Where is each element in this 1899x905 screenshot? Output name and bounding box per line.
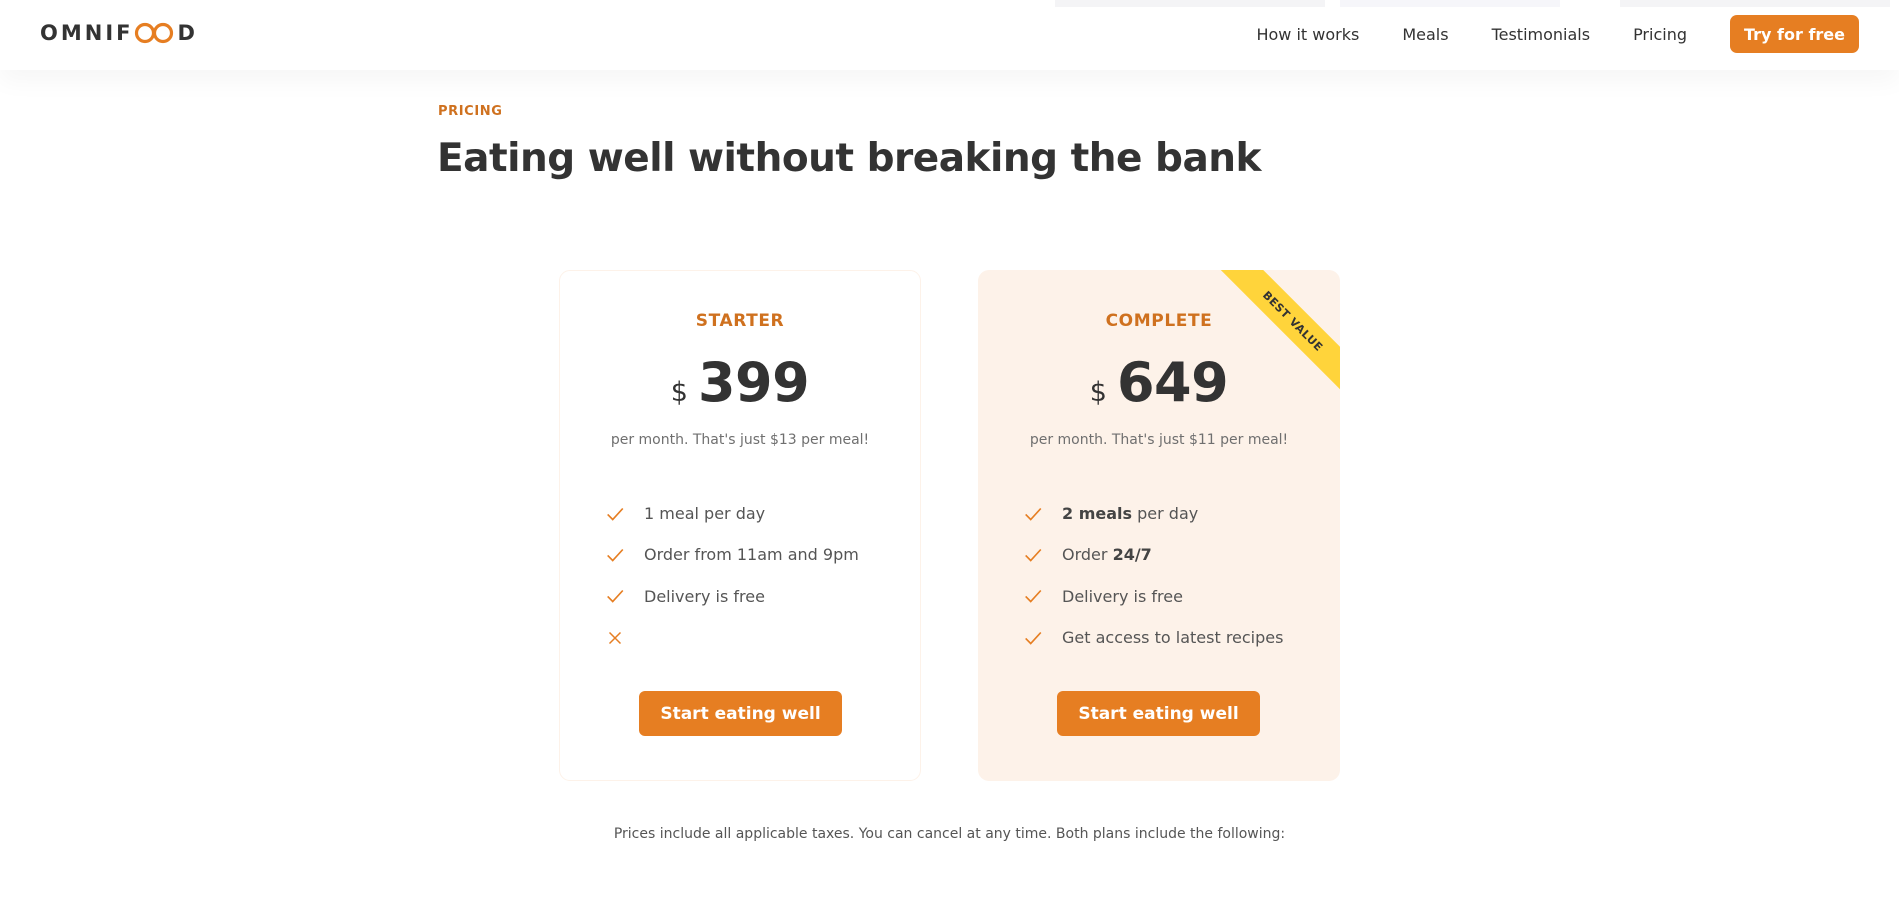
price-amount: 399 (697, 351, 810, 414)
logo-rings-icon (134, 22, 176, 44)
close-icon (604, 627, 626, 649)
feature-text-lead: Order (1062, 545, 1113, 565)
pricing-plan-complete: BEST VALUE COMPLETE $ 649 per month. Tha… (978, 270, 1340, 781)
checkmark-icon (1022, 585, 1044, 607)
feature-item (604, 617, 859, 658)
nav-pricing[interactable]: Pricing (1633, 25, 1687, 44)
feature-text: Get access to latest recipes (1062, 628, 1284, 648)
site-header: OMNIF D How it works Meals Testimonials … (0, 0, 1899, 70)
price-note: per month. That's just $13 per meal! (610, 432, 870, 448)
price-currency: $ (670, 377, 688, 408)
feature-item: Order 24/7 (1022, 534, 1283, 575)
feature-list: 1 meal per day Order from 11am and 9pm D… (604, 493, 859, 658)
checkmark-icon (1022, 503, 1044, 525)
header-image-strip (1055, 0, 1325, 7)
price-note: per month. That's just $11 per meal! (1029, 432, 1289, 448)
feature-text-rest: per day (1132, 504, 1199, 524)
feature-item: Order from 11am and 9pm (604, 534, 859, 575)
omnifood-logo[interactable]: OMNIF D (40, 20, 198, 46)
checkmark-icon (604, 544, 626, 566)
try-for-free-button[interactable]: Try for free (1730, 15, 1859, 53)
feature-item: 1 meal per day (604, 493, 859, 534)
plan-name: STARTER (695, 311, 785, 331)
section-subheading: Pricing (438, 104, 503, 119)
feature-item: Get access to latest recipes (1022, 617, 1283, 658)
feature-item: 2 meals per day (1022, 493, 1283, 534)
main-nav: How it works Meals Testimonials Pricing … (1213, 15, 1859, 53)
header-image-strip (1620, 0, 1890, 7)
plan-price: $ 399 (560, 351, 920, 414)
feature-text-bold: 2 meals (1062, 504, 1133, 524)
nav-how-it-works[interactable]: How it works (1256, 25, 1359, 44)
price-currency: $ (1089, 377, 1107, 408)
feature-list: 2 meals per day Order 24/7 Delivery is f… (1022, 493, 1283, 658)
nav-testimonials[interactable]: Testimonials (1492, 25, 1591, 44)
feature-text-bold: 24/7 (1112, 545, 1152, 565)
start-eating-well-button[interactable]: Start eating well (1057, 691, 1260, 736)
feature-text: Delivery is free (644, 586, 765, 606)
logo-text-end: D (177, 21, 198, 45)
plan-price: $ 649 (978, 351, 1340, 414)
feature-item: Delivery is free (1022, 576, 1283, 617)
checkmark-icon (604, 585, 626, 607)
feature-text: 1 meal per day (644, 504, 766, 524)
feature-item: Delivery is free (604, 576, 859, 617)
start-eating-well-button[interactable]: Start eating well (639, 691, 842, 736)
pricing-footnote: Prices include all applicable taxes. You… (613, 826, 1286, 842)
checkmark-icon (1022, 627, 1044, 649)
section-heading: Eating well without breaking the bank (437, 136, 1261, 181)
checkmark-icon (604, 503, 626, 525)
logo-text-start: OMNIF (40, 21, 134, 45)
price-amount: 649 (1116, 351, 1229, 414)
feature-text: 2 meals per day (1062, 504, 1198, 523)
header-image-strip (1340, 0, 1560, 7)
pricing-plan-starter: STARTER $ 399 per month. That's just $13… (559, 270, 921, 781)
feature-text: Delivery is free (1062, 586, 1183, 606)
feature-text: Order from 11am and 9pm (644, 545, 859, 565)
checkmark-icon (1022, 544, 1044, 566)
nav-meals[interactable]: Meals (1402, 25, 1448, 44)
plan-name: COMPLETE (1105, 311, 1213, 331)
feature-text: Order 24/7 (1062, 545, 1152, 564)
